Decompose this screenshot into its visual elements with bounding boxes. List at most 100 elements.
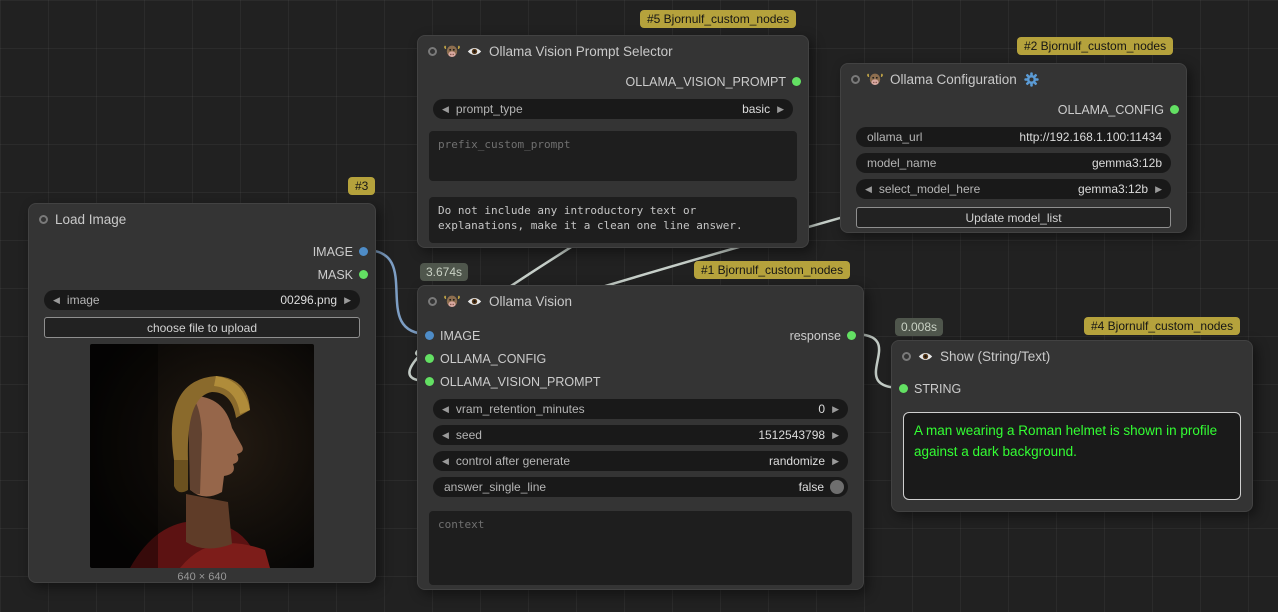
collapse-dot[interactable] xyxy=(428,297,437,306)
image-dimensions: 640 × 640 xyxy=(29,571,375,583)
combo-left-arrow-icon[interactable]: ◀ xyxy=(442,404,449,415)
cow-icon xyxy=(444,45,460,58)
widget-value: false xyxy=(799,480,824,494)
ollama-url-widget[interactable]: ollama_url http://192.168.1.100:11434 xyxy=(856,127,1171,147)
cow-icon xyxy=(867,73,883,86)
input-label-image: IMAGE xyxy=(440,329,480,343)
widget-label: image xyxy=(67,293,100,307)
input-dot-ollama-config[interactable] xyxy=(425,354,434,363)
image-combo-widget[interactable]: ◀ image 00296.png ▶ xyxy=(44,290,360,310)
output-dot-mask[interactable] xyxy=(359,270,368,279)
combo-left-arrow-icon[interactable]: ◀ xyxy=(442,104,449,115)
node-prompt-selector-titlebar[interactable]: Ollama Vision Prompt Selector xyxy=(418,36,808,66)
input-slot-string: STRING xyxy=(892,377,1252,400)
combo-left-arrow-icon[interactable]: ◀ xyxy=(865,184,872,195)
output-slot-ollama-vision-prompt: OLLAMA_VISION_PROMPT xyxy=(418,70,808,93)
widget-label: select_model_here xyxy=(879,182,980,196)
execution-time-badge-vision: 3.674s xyxy=(420,263,468,281)
select-model-combo-widget[interactable]: ◀ select_model_here gemma3:12b ▶ xyxy=(856,179,1171,199)
output-dot-ollama-config[interactable] xyxy=(1170,105,1179,114)
node-load-image-titlebar[interactable]: Load Image xyxy=(29,204,375,234)
output-slot-response: response xyxy=(641,324,864,347)
collapse-dot[interactable] xyxy=(902,352,911,361)
input-dot-string[interactable] xyxy=(899,384,908,393)
widget-label: control after generate xyxy=(456,454,570,468)
collapse-dot[interactable] xyxy=(39,215,48,224)
output-dot-image[interactable] xyxy=(359,247,368,256)
node-ollama-vision[interactable]: Ollama Vision IMAGE response OLLAMA_CONF… xyxy=(417,285,864,590)
widget-value: gemma3:12b xyxy=(1092,156,1162,170)
output-label-response: response xyxy=(790,329,841,343)
input-label-string: STRING xyxy=(914,382,961,396)
context-textarea[interactable] xyxy=(429,511,852,585)
seed-combo-widget[interactable]: ◀ seed 1512543798 ▶ xyxy=(433,425,848,445)
widget-label: model_name xyxy=(867,156,936,170)
eye-icon xyxy=(467,296,482,307)
node-id-badge-prompt-selector: #5 Bjornulf_custom_nodes xyxy=(640,10,796,28)
node-id-badge-show-text: #4 Bjornulf_custom_nodes xyxy=(1084,317,1240,335)
output-label-image: IMAGE xyxy=(313,245,353,259)
node-ollama-vision-prompt-selector[interactable]: Ollama Vision Prompt Selector OLLAMA_VIS… xyxy=(417,35,809,248)
widget-label: seed xyxy=(456,428,482,442)
combo-right-arrow-icon[interactable]: ▶ xyxy=(344,295,351,306)
node-id-badge-load-image: #3 xyxy=(348,177,375,195)
toggle-knob[interactable] xyxy=(830,480,844,494)
answer-single-line-toggle-widget[interactable]: answer_single_line false xyxy=(433,477,848,497)
combo-left-arrow-icon[interactable]: ◀ xyxy=(53,295,60,306)
output-dot-ollama-vision-prompt[interactable] xyxy=(792,77,801,86)
combo-right-arrow-icon[interactable]: ▶ xyxy=(832,456,839,467)
widget-label: prompt_type xyxy=(456,102,523,116)
model-name-widget[interactable]: model_name gemma3:12b xyxy=(856,153,1171,173)
widget-value: gemma3:12b xyxy=(1078,182,1148,196)
string-output-display[interactable]: A man wearing a Roman helmet is shown in… xyxy=(903,412,1241,500)
node-config-titlebar[interactable]: Ollama Configuration xyxy=(841,64,1186,94)
widget-value: 00296.png xyxy=(280,293,337,307)
node-title: Ollama Configuration xyxy=(890,72,1017,87)
suffix-custom-prompt-textarea[interactable]: Do not include any introductory text or … xyxy=(429,197,797,243)
input-label-ollama-config: OLLAMA_CONFIG xyxy=(440,352,546,366)
output-label-mask: MASK xyxy=(318,268,353,282)
node-ollama-configuration[interactable]: Ollama Configuration OLLAMA_CONFIG ollam… xyxy=(840,63,1187,233)
combo-right-arrow-icon[interactable]: ▶ xyxy=(832,404,839,415)
widget-label: answer_single_line xyxy=(444,480,546,494)
node-id-badge-vision: #1 Bjornulf_custom_nodes xyxy=(694,261,850,279)
output-slot-mask: MASK xyxy=(29,263,375,286)
node-title: Show (String/Text) xyxy=(940,349,1050,364)
output-dot-response[interactable] xyxy=(847,331,856,340)
widget-value: 1512543798 xyxy=(758,428,825,442)
cow-icon xyxy=(444,295,460,308)
comfyui-canvas[interactable]: { "icons": { "arrow_left": "◀", "arrow_r… xyxy=(0,0,1278,612)
combo-left-arrow-icon[interactable]: ◀ xyxy=(442,430,449,441)
node-show-titlebar[interactable]: Show (String/Text) xyxy=(892,341,1252,371)
input-slot-ollama-vision-prompt: OLLAMA_VISION_PROMPT xyxy=(418,370,863,393)
widget-label: vram_retention_minutes xyxy=(456,402,585,416)
input-dot-image[interactable] xyxy=(425,331,434,340)
widget-value: 0 xyxy=(818,402,825,416)
node-id-badge-config: #2 Bjornulf_custom_nodes xyxy=(1017,37,1173,55)
collapse-dot[interactable] xyxy=(428,47,437,56)
widget-value: http://192.168.1.100:11434 xyxy=(1019,130,1162,144)
combo-right-arrow-icon[interactable]: ▶ xyxy=(1155,184,1162,195)
choose-file-button[interactable]: choose file to upload xyxy=(44,317,360,338)
widget-value: randomize xyxy=(769,454,825,468)
combo-right-arrow-icon[interactable]: ▶ xyxy=(832,430,839,441)
collapse-dot[interactable] xyxy=(851,75,860,84)
node-show-string-text[interactable]: Show (String/Text) STRING A man wearing … xyxy=(891,340,1253,512)
prompt-type-combo-widget[interactable]: ◀ prompt_type basic ▶ xyxy=(433,99,793,119)
node-load-image[interactable]: Load Image IMAGE MASK ◀ image 00296.png … xyxy=(28,203,376,583)
vram-retention-combo-widget[interactable]: ◀ vram_retention_minutes 0 ▶ xyxy=(433,399,848,419)
output-label: OLLAMA_CONFIG xyxy=(1058,103,1164,117)
output-label: OLLAMA_VISION_PROMPT xyxy=(626,75,786,89)
update-model-list-button[interactable]: Update model_list xyxy=(856,207,1171,228)
execution-time-badge-show-text: 0.008s xyxy=(895,318,943,336)
node-title: Load Image xyxy=(55,212,126,227)
combo-left-arrow-icon[interactable]: ◀ xyxy=(442,456,449,467)
output-slot-image: IMAGE xyxy=(29,240,375,263)
input-dot-ollama-vision-prompt[interactable] xyxy=(425,377,434,386)
node-title: Ollama Vision Prompt Selector xyxy=(489,44,673,59)
combo-right-arrow-icon[interactable]: ▶ xyxy=(777,104,784,115)
node-vision-titlebar[interactable]: Ollama Vision xyxy=(418,286,863,316)
input-label-ollama-vision-prompt: OLLAMA_VISION_PROMPT xyxy=(440,375,600,389)
control-after-generate-combo-widget[interactable]: ◀ control after generate randomize ▶ xyxy=(433,451,848,471)
prefix-custom-prompt-textarea[interactable] xyxy=(429,131,797,181)
